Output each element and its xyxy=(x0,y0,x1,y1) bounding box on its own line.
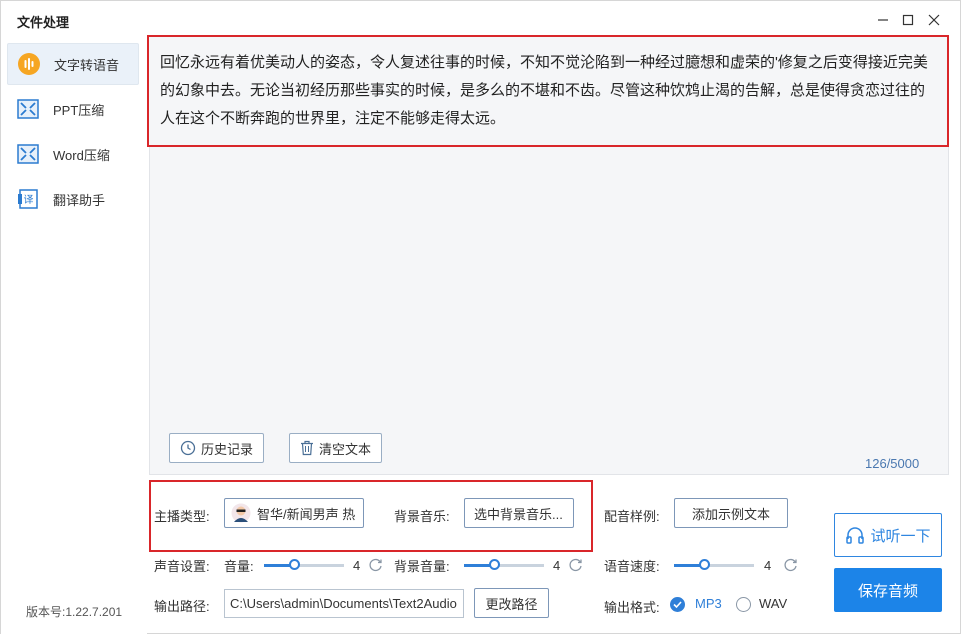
app-window: 文件处理 文字转语音 PPT压缩 Word压缩 译 翻译助手 版本号:1.22.… xyxy=(0,0,961,635)
speed-slider[interactable] xyxy=(674,559,754,570)
avatar xyxy=(231,503,251,523)
wav-radio[interactable] xyxy=(736,597,751,612)
change-path-button[interactable]: 更改路径 xyxy=(474,588,549,618)
sidebar-item-label: PPT压缩 xyxy=(53,102,105,118)
mp3-radio[interactable] xyxy=(670,597,685,612)
bg-volume-value: 4 xyxy=(553,558,561,573)
version-label: 版本号:1.22.7.201 xyxy=(26,605,123,619)
volume-label: 音量: xyxy=(224,559,254,574)
anchor-type-select[interactable]: 智华/新闻男声 热 xyxy=(224,498,364,528)
listen-label: 试听一下 xyxy=(870,527,931,545)
maximize-icon[interactable] xyxy=(897,9,919,31)
sidebar-item-translate[interactable]: 译 翻译助手 xyxy=(7,178,139,220)
volume-slider[interactable] xyxy=(264,559,344,570)
wav-label[interactable]: WAV xyxy=(759,596,787,611)
clear-text-button[interactable]: 清空文本 xyxy=(289,433,383,463)
format-label: 输出格式: xyxy=(604,600,660,615)
compress-icon xyxy=(15,96,41,122)
speed-label: 语音速度: xyxy=(604,559,660,574)
sidebar-item-text-to-speech[interactable]: 文字转语音 xyxy=(7,43,139,85)
sidebar-item-word-compress[interactable]: Word压缩 xyxy=(7,133,139,175)
output-path-label: 输出路径: xyxy=(154,599,210,614)
reset-icon[interactable] xyxy=(569,558,583,572)
sound-settings-label: 声音设置: xyxy=(154,559,210,574)
listen-button[interactable]: 试听一下 xyxy=(834,513,942,557)
select-bgm-button[interactable]: 选中背景音乐... xyxy=(464,498,574,528)
volume-value: 4 xyxy=(353,558,361,573)
save-audio-button[interactable]: 保存音频 xyxy=(834,568,942,612)
sidebar: 文字转语音 PPT压缩 Word压缩 译 翻译助手 xyxy=(1,39,147,635)
output-path-field[interactable]: C:\Users\admin\Documents\Text2Audio xyxy=(224,589,464,618)
bgm-label: 背景音乐: xyxy=(394,509,450,524)
sidebar-item-ppt-compress[interactable]: PPT压缩 xyxy=(7,88,139,130)
bg-volume-label: 背景音量: xyxy=(394,559,450,574)
sample-label: 配音样例: xyxy=(604,509,660,524)
mp3-label[interactable]: MP3 xyxy=(695,596,722,611)
reset-icon[interactable] xyxy=(369,558,383,572)
audio-wave-icon xyxy=(16,51,42,77)
minimize-icon[interactable] xyxy=(872,9,894,31)
close-icon[interactable] xyxy=(923,9,945,31)
headphones-icon xyxy=(846,527,865,544)
window-title: 文件处理 xyxy=(17,15,70,30)
speed-value: 4 xyxy=(764,558,772,573)
trash-icon xyxy=(301,440,313,456)
text-input[interactable]: 回忆永远有着优美动人的姿态，令人复述往事的时候，不知不觉沦陷到一种经过臆想和虚荣… xyxy=(147,35,949,147)
char-count: 126/5000 xyxy=(865,456,920,471)
clear-label: 清空文本 xyxy=(319,441,372,457)
reset-icon[interactable] xyxy=(784,558,798,572)
history-button[interactable]: 历史记录 xyxy=(169,433,265,463)
add-sample-text-button[interactable]: 添加示例文本 xyxy=(674,498,788,528)
anchor-type-label: 主播类型: xyxy=(154,509,210,524)
sidebar-item-label: Word压缩 xyxy=(53,147,110,163)
clock-icon xyxy=(180,440,196,456)
compress-icon xyxy=(15,141,41,167)
sidebar-item-label: 文字转语音 xyxy=(54,57,120,73)
bg-volume-slider[interactable] xyxy=(464,559,544,570)
sidebar-item-label: 翻译助手 xyxy=(53,192,106,208)
history-label: 历史记录 xyxy=(201,441,254,457)
anchor-type-value: 智华/新闻男声 热 xyxy=(257,506,356,522)
svg-text:译: 译 xyxy=(24,194,34,206)
translate-icon: 译 xyxy=(15,186,41,212)
